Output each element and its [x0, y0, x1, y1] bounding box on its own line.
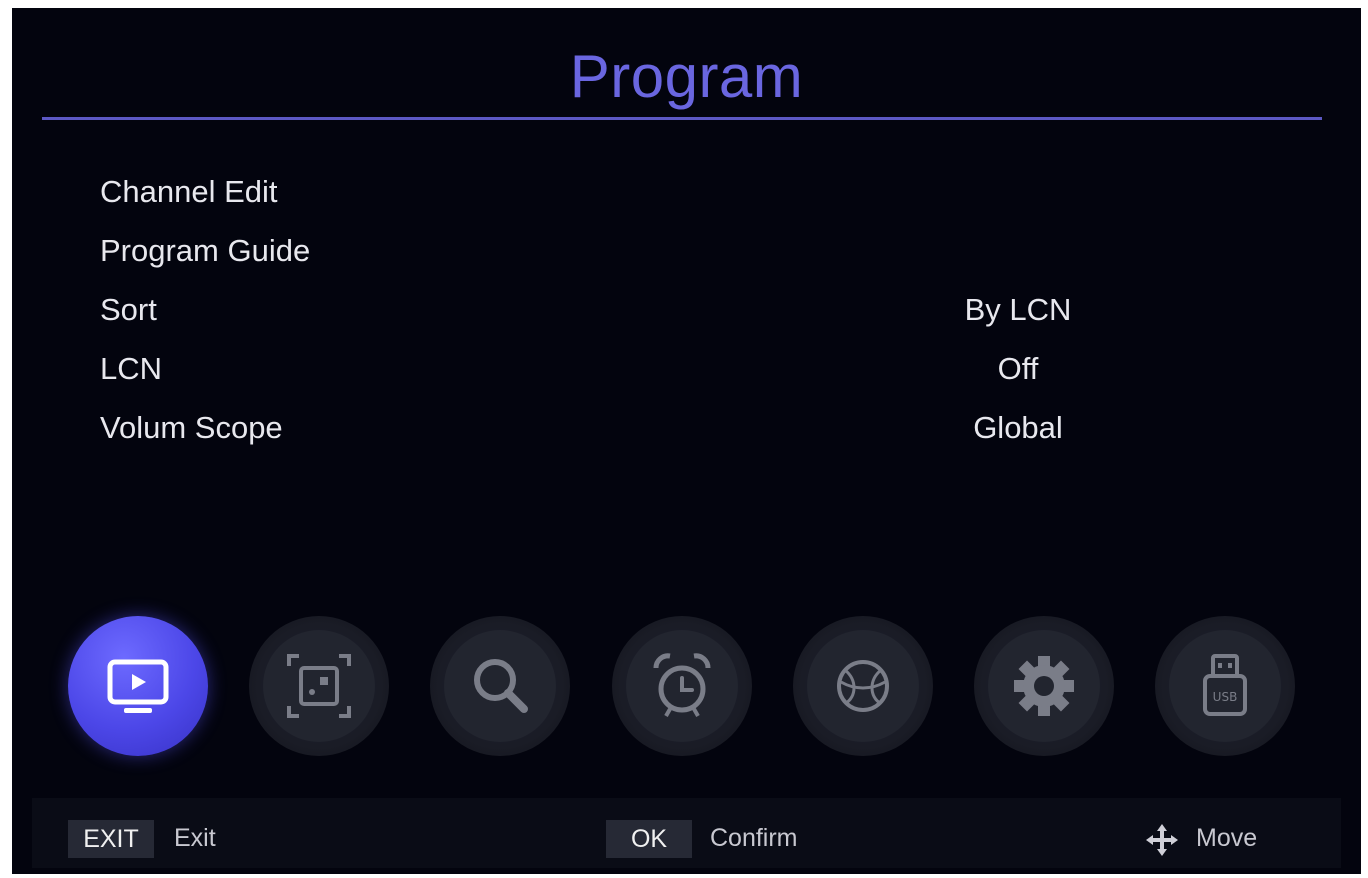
menu-item-program-guide[interactable]: Program Guide — [12, 225, 1361, 275]
search-button[interactable] — [430, 616, 570, 756]
move-arrows-icon — [1146, 824, 1178, 856]
menu-item-sort[interactable]: Sort By LCN — [12, 284, 1361, 334]
program-tv-icon — [107, 659, 169, 713]
alarm-clock-button[interactable] — [612, 616, 752, 756]
search-icon — [474, 659, 528, 713]
menu-item-value[interactable]: Off — [918, 351, 1118, 387]
menu-item-value[interactable]: Global — [918, 410, 1118, 446]
confirm-hint: Confirm — [710, 824, 798, 852]
title-divider — [42, 117, 1322, 120]
menu-item-label: Sort — [100, 292, 157, 327]
exit-key[interactable]: EXIT — [68, 820, 154, 858]
globe-icon — [837, 660, 889, 712]
footer-hints: EXIT Exit OK Confirm Move — [32, 798, 1341, 868]
settings-button[interactable] — [974, 616, 1114, 756]
tv-menu-screen: Program Channel Edit Program Guide Sort … — [12, 8, 1361, 874]
svg-text:USB: USB — [1213, 690, 1238, 704]
picture-button[interactable] — [249, 616, 389, 756]
menu-item-volum-scope[interactable]: Volum Scope Global — [12, 402, 1361, 452]
usb-icon: USB — [1203, 654, 1247, 716]
program-tv-button[interactable] — [68, 616, 208, 756]
alarm-clock-icon — [653, 653, 711, 717]
exit-hint: Exit — [174, 824, 216, 852]
move-hint: Move — [1196, 824, 1258, 852]
network-button[interactable] — [793, 616, 933, 756]
menu-item-label: Program Guide — [100, 233, 311, 268]
usb-button[interactable]: USB — [1155, 616, 1295, 756]
menu-item-lcn[interactable]: LCN Off — [12, 343, 1361, 393]
menu-item-label: LCN — [100, 351, 163, 386]
menu-item-label: Volum Scope — [100, 410, 283, 445]
menu-item-channel-edit[interactable]: Channel Edit — [12, 166, 1361, 216]
gear-icon — [1014, 656, 1074, 716]
menu-item-label: Channel Edit — [100, 174, 278, 209]
page-title: Program — [569, 43, 804, 110]
menu-item-value[interactable]: By LCN — [918, 292, 1118, 328]
ok-key[interactable]: OK — [606, 820, 692, 858]
picture-icon — [287, 654, 351, 718]
